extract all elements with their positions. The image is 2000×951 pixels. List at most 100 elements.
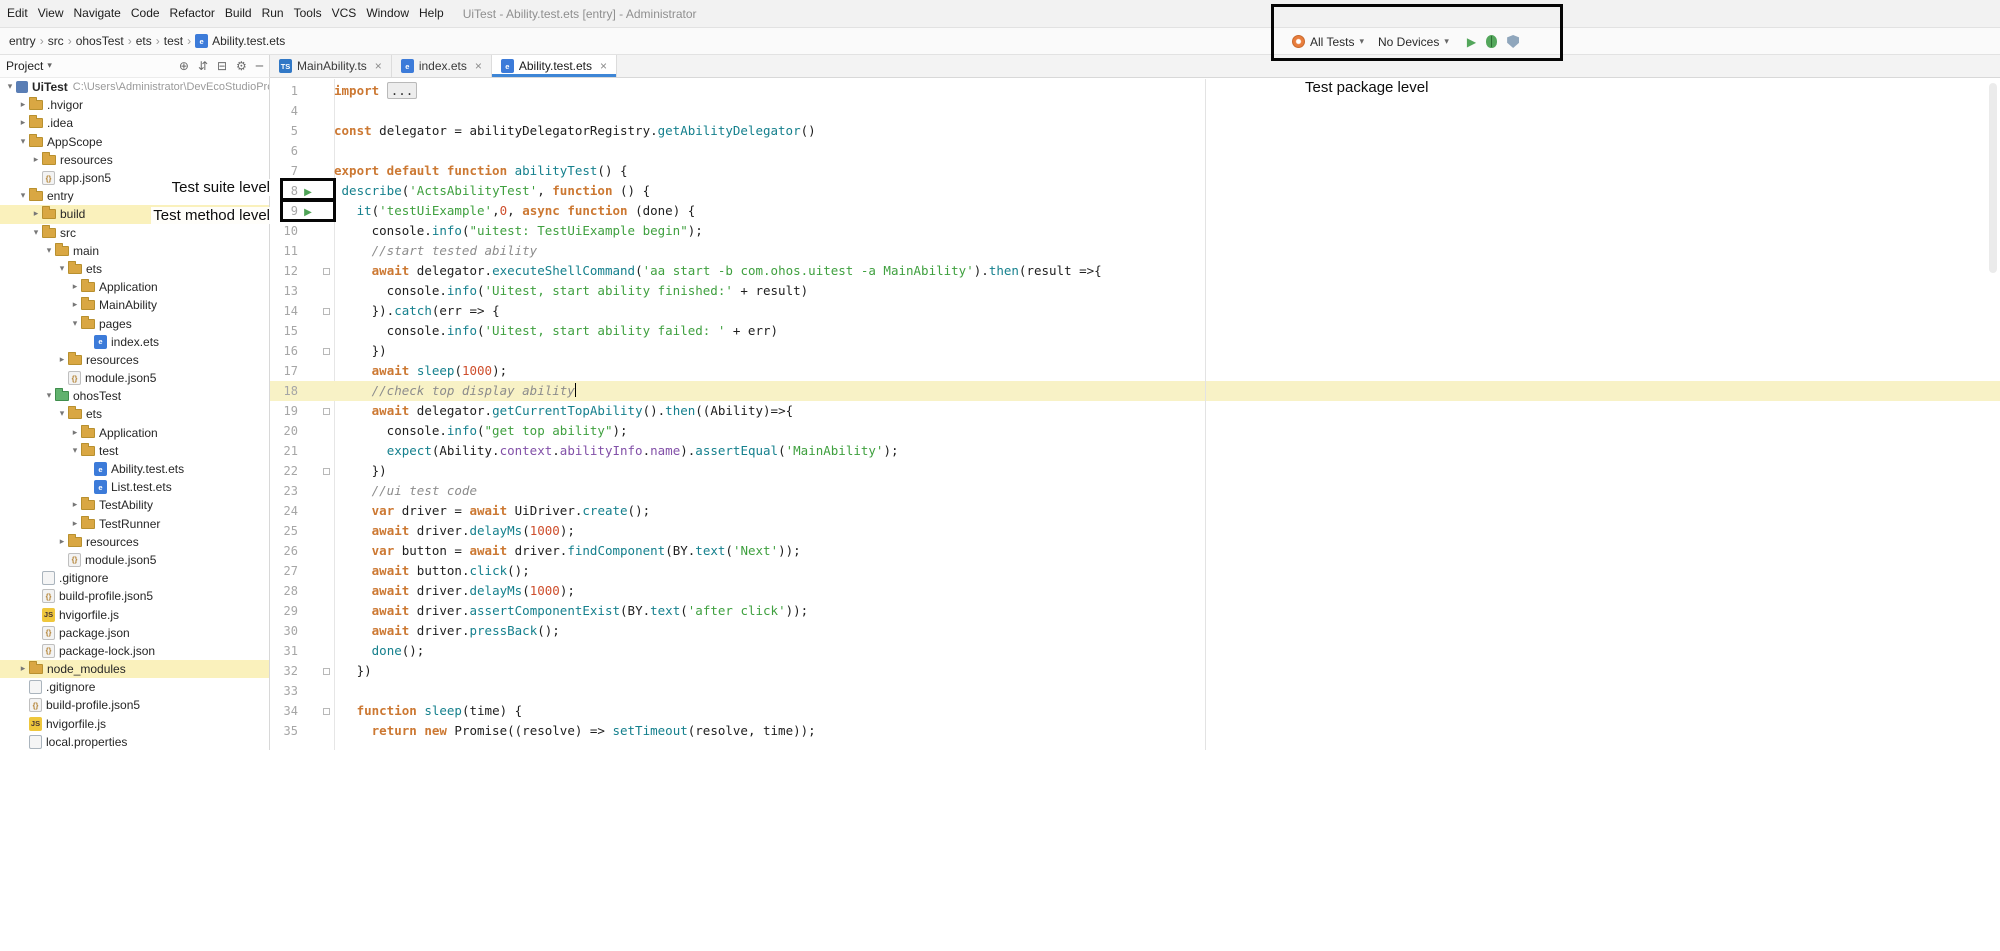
code-line-row[interactable]: 12 await delegator.executeShellCommand('… xyxy=(270,261,2000,281)
tree-expand-icon[interactable]: ▸ xyxy=(69,282,81,292)
fold-marker-icon[interactable] xyxy=(323,468,330,475)
code-line[interactable]: //check top display ability xyxy=(334,381,2000,401)
code-line-row[interactable]: 26 var button = await driver.findCompone… xyxy=(270,541,2000,561)
tree-item[interactable]: ▸MainAbility xyxy=(0,296,269,314)
code-line[interactable]: function sleep(time) { xyxy=(334,701,2000,721)
tree-expand-icon[interactable]: ▸ xyxy=(69,519,81,529)
tree-item[interactable]: ▸node_modules xyxy=(0,660,269,678)
coverage-button[interactable] xyxy=(1507,35,1519,48)
code-line-row[interactable]: 17 await sleep(1000); xyxy=(270,361,2000,381)
code-line[interactable]: it('testUiExample',0, async function (do… xyxy=(334,201,2000,221)
fold-marker-icon[interactable] xyxy=(323,268,330,275)
close-icon[interactable]: × xyxy=(600,59,607,73)
tree-expand-icon[interactable]: ▸ xyxy=(30,155,42,165)
code-line[interactable]: const delegator = abilityDelegatorRegist… xyxy=(334,121,2000,141)
breadcrumb-item[interactable]: entry xyxy=(6,34,39,48)
tree-item[interactable]: ▾ets xyxy=(0,405,269,423)
fold-marker-icon[interactable] xyxy=(323,348,330,355)
code-line[interactable]: var button = await driver.findComponent(… xyxy=(334,541,2000,561)
code-line[interactable]: import ... xyxy=(334,81,2000,101)
code-line-row[interactable]: 34 function sleep(time) { xyxy=(270,701,2000,721)
code-line-row[interactable]: 31 done(); xyxy=(270,641,2000,661)
code-line-row[interactable]: 9▶ it('testUiExample',0, async function … xyxy=(270,201,2000,221)
menu-item-help[interactable]: Help xyxy=(414,0,449,27)
close-icon[interactable]: × xyxy=(375,59,382,73)
code-line[interactable]: //ui test code xyxy=(334,481,2000,501)
menu-item-edit[interactable]: Edit xyxy=(2,0,33,27)
code-line[interactable]: export default function abilityTest() { xyxy=(334,161,2000,181)
code-line-row[interactable]: 30 await driver.pressBack(); xyxy=(270,621,2000,641)
tree-item[interactable]: ▾src xyxy=(0,224,269,242)
tree-expand-icon[interactable]: ▸ xyxy=(69,500,81,510)
code-line-row[interactable]: 11 //start tested ability xyxy=(270,241,2000,261)
hide-panel-icon[interactable]: ─ xyxy=(256,60,263,72)
code-line[interactable]: await driver.delayMs(1000); xyxy=(334,581,2000,601)
code-line[interactable]: done(); xyxy=(334,641,2000,661)
expand-collapse-icon[interactable]: ⇵ xyxy=(198,60,208,72)
tree-expand-icon[interactable]: ▾ xyxy=(17,191,29,201)
tree-item[interactable]: JShvigorfile.js xyxy=(0,605,269,623)
tree-item[interactable]: JShvigorfile.js xyxy=(0,715,269,733)
breadcrumb-item[interactable]: ohosTest xyxy=(73,34,127,48)
menu-item-code[interactable]: Code xyxy=(126,0,165,27)
scrollbar[interactable] xyxy=(1989,83,1997,273)
code-line-row[interactable]: 28 await driver.delayMs(1000); xyxy=(270,581,2000,601)
menu-item-build[interactable]: Build xyxy=(220,0,257,27)
code-line-row[interactable]: 16 }) xyxy=(270,341,2000,361)
tree-expand-icon[interactable]: ▾ xyxy=(69,319,81,329)
tree-expand-icon[interactable]: ▾ xyxy=(56,264,68,274)
tree-item[interactable]: ▸resources xyxy=(0,351,269,369)
tree-item[interactable]: eAbility.test.ets xyxy=(0,460,269,478)
code-line[interactable]: console.info('Uitest, start ability fini… xyxy=(334,281,2000,301)
code-line[interactable] xyxy=(334,681,2000,701)
tree-expand-icon[interactable]: ▾ xyxy=(30,228,42,238)
breadcrumb-item[interactable]: eAbility.test.ets xyxy=(192,34,288,48)
code-line-row[interactable]: 10 console.info("uitest: TestUiExample b… xyxy=(270,221,2000,241)
run-test-icon[interactable]: ▶ xyxy=(304,207,312,218)
tree-expand-icon[interactable]: ▾ xyxy=(56,409,68,419)
code-line-row[interactable]: 19 await delegator.getCurrentTopAbility(… xyxy=(270,401,2000,421)
tree-item[interactable]: ▾main xyxy=(0,242,269,260)
code-line[interactable]: await driver.pressBack(); xyxy=(334,621,2000,641)
code-line[interactable] xyxy=(334,141,2000,161)
fold-marker-icon[interactable] xyxy=(323,708,330,715)
tree-item[interactable]: ▾pages xyxy=(0,314,269,332)
project-panel-title[interactable]: Project ▾ xyxy=(6,59,52,73)
code-line[interactable]: var driver = await UiDriver.create(); xyxy=(334,501,2000,521)
tree-item[interactable]: local.properties xyxy=(0,733,269,750)
breadcrumb-item[interactable]: ets xyxy=(133,34,155,48)
code-line-row[interactable]: 29 await driver.assertComponentExist(BY.… xyxy=(270,601,2000,621)
tree-expand-icon[interactable]: ▾ xyxy=(43,246,55,256)
code-line-row[interactable]: 23 //ui test code xyxy=(270,481,2000,501)
tree-item[interactable]: ▸Application xyxy=(0,278,269,296)
code-line-row[interactable]: 4 xyxy=(270,101,2000,121)
collapse-all-icon[interactable]: ⊟ xyxy=(217,60,227,72)
code-line[interactable]: await button.click(); xyxy=(334,561,2000,581)
tree-item[interactable]: {}module.json5 xyxy=(0,369,269,387)
tree-item[interactable]: {}module.json5 xyxy=(0,551,269,569)
code-line[interactable]: await driver.delayMs(1000); xyxy=(334,521,2000,541)
tree-item[interactable]: .gitignore xyxy=(0,678,269,696)
tree-item[interactable]: {}build-profile.json5 xyxy=(0,587,269,605)
code-line[interactable]: await sleep(1000); xyxy=(334,361,2000,381)
code-line-row[interactable]: 8▶ describe('ActsAbilityTest', function … xyxy=(270,181,2000,201)
run-button[interactable]: ▶ xyxy=(1467,36,1476,48)
code-line[interactable]: }) xyxy=(334,341,2000,361)
code-line[interactable]: //start tested ability xyxy=(334,241,2000,261)
breadcrumb-item[interactable]: src xyxy=(45,34,67,48)
code-line-row[interactable]: 18 //check top display ability xyxy=(270,381,2000,401)
tree-item[interactable]: ▸TestAbility xyxy=(0,496,269,514)
code-line-row[interactable]: 6 xyxy=(270,141,2000,161)
menu-item-run[interactable]: Run xyxy=(257,0,289,27)
code-line[interactable]: console.info('Uitest, start ability fail… xyxy=(334,321,2000,341)
tree-item[interactable]: {}build-profile.json5 xyxy=(0,696,269,714)
tree-item[interactable]: ▾test xyxy=(0,442,269,460)
breadcrumb-item[interactable]: test xyxy=(161,34,186,48)
code-line-row[interactable]: 5const delegator = abilityDelegatorRegis… xyxy=(270,121,2000,141)
code-line[interactable]: await delegator.getCurrentTopAbility().t… xyxy=(334,401,2000,421)
code-line[interactable]: return new Promise((resolve) => setTimeo… xyxy=(334,721,2000,741)
code-line-row[interactable]: 7export default function abilityTest() { xyxy=(270,161,2000,181)
tree-expand-icon[interactable]: ▸ xyxy=(69,300,81,310)
code-line-row[interactable]: 14 }).catch(err => { xyxy=(270,301,2000,321)
tree-expand-icon[interactable]: ▾ xyxy=(43,391,55,401)
